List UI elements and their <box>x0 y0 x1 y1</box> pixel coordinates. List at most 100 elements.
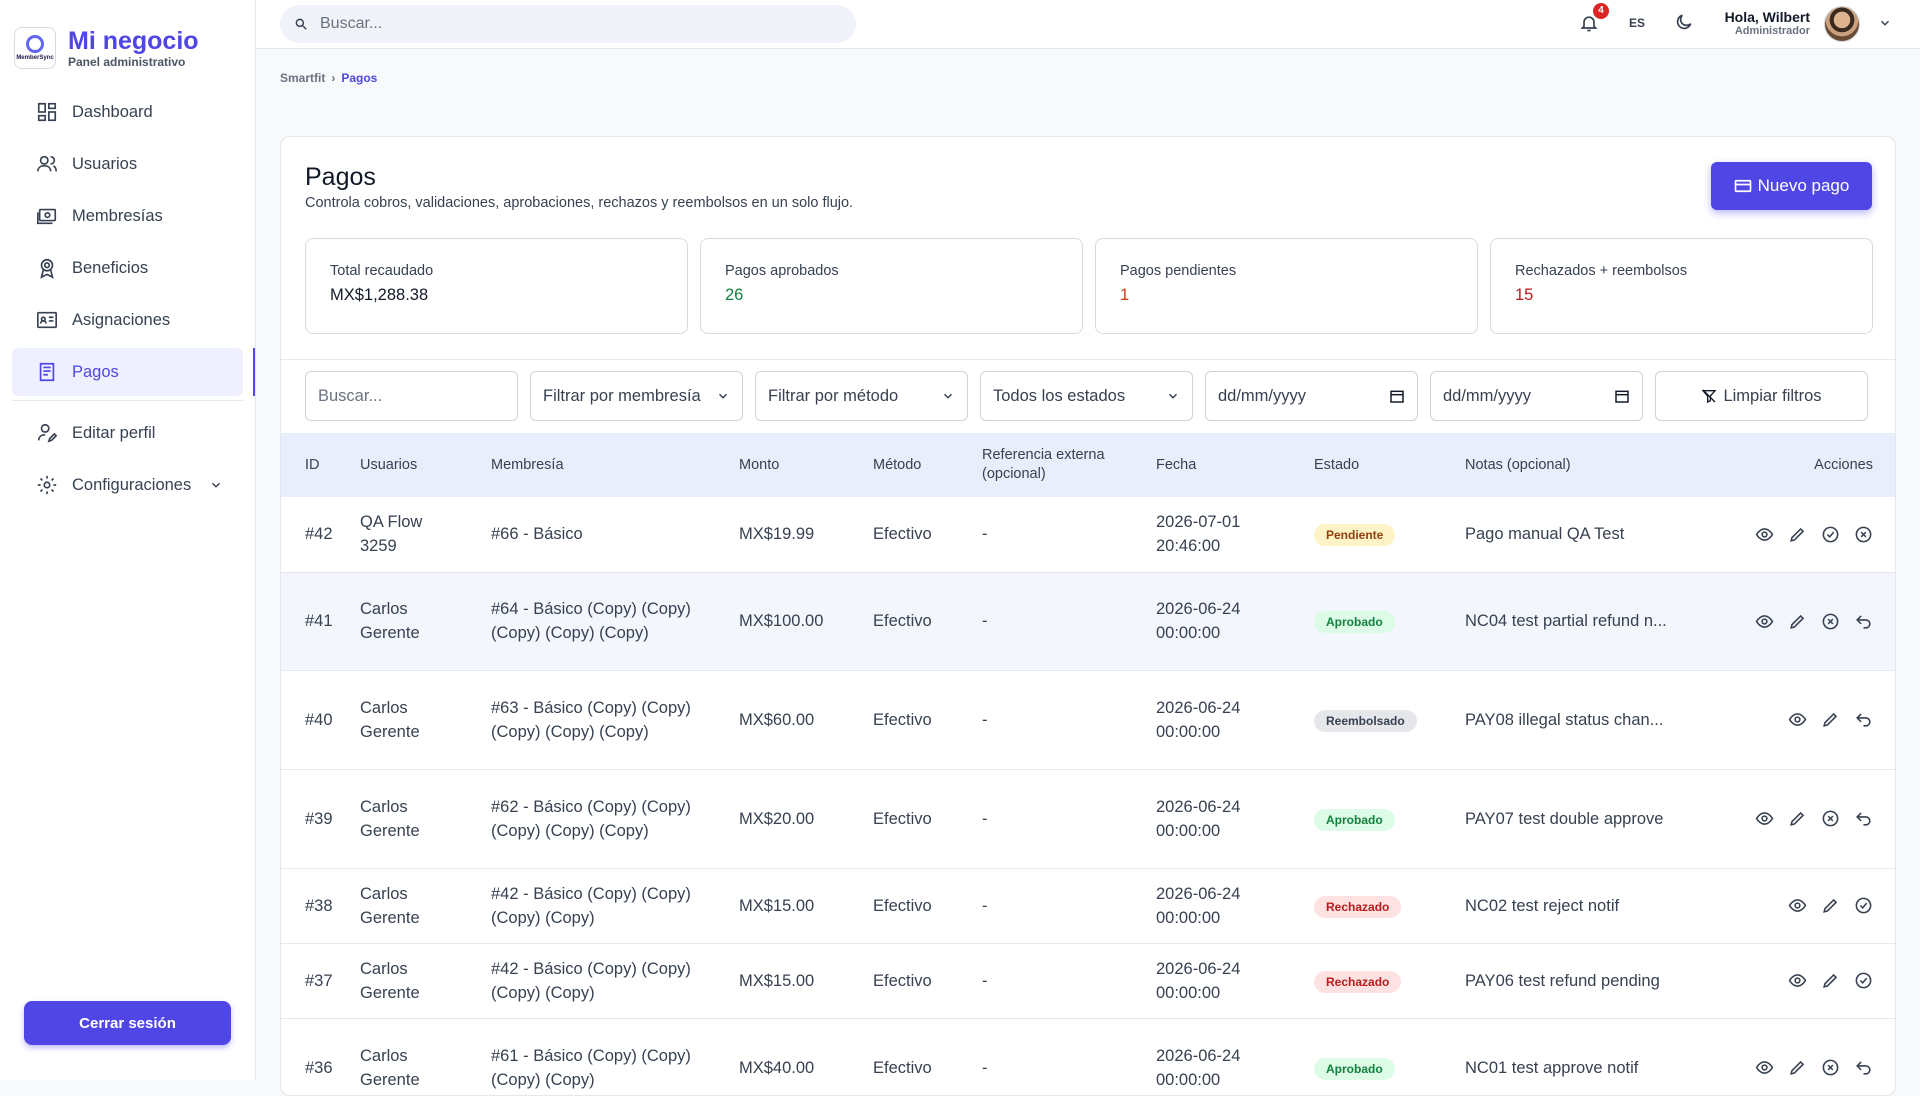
chevron-down-icon <box>718 393 728 399</box>
filter-search-input[interactable] <box>318 386 505 406</box>
col-method[interactable]: Método <box>873 433 982 497</box>
clear-filters-label: Limpiar filtros <box>1723 386 1822 405</box>
gear-icon <box>37 475 57 495</box>
chevron-down-icon[interactable] <box>1878 16 1892 30</box>
x-circle-icon[interactable] <box>1854 525 1873 544</box>
table-row[interactable]: #36 Carlos Gerente #61 - Básico (Copy) (Co… <box>281 1018 1895 1095</box>
eye-icon[interactable] <box>1788 971 1807 990</box>
col-reference[interactable]: Referencia externa (opcional) <box>982 433 1156 497</box>
cell-membership: #66 - Básico <box>491 525 583 544</box>
logout-button[interactable]: Cerrar sesión <box>24 1001 231 1045</box>
undo-icon[interactable] <box>1854 1058 1873 1077</box>
status-badge: Aprobado <box>1314 808 1395 831</box>
undo-icon[interactable] <box>1854 612 1873 631</box>
cell-membership: #42 - Básico (Copy) (Copy) (Copy) (Copy) <box>491 884 691 927</box>
sidebar-item-editar-perfil[interactable]: Editar perfil <box>12 409 243 457</box>
cell-method: Efectivo <box>873 896 932 915</box>
cell-status: Aprobado <box>1314 572 1465 670</box>
eye-icon[interactable] <box>1788 896 1807 915</box>
pencil-icon[interactable] <box>1821 971 1840 990</box>
sidebar-item-membresias[interactable]: Membresías <box>12 192 243 240</box>
stat-rejected-refunded: Rechazados + reembolsos 15 <box>1490 238 1873 334</box>
table-row[interactable]: #38 Carlos Gerente #42 - Básico (Copy) (Co… <box>281 868 1895 943</box>
cell-date: 2026-06-24 00:00:00 <box>1156 698 1241 741</box>
table-row[interactable]: #40 Carlos Gerente #63 - Básico (Copy) (Co… <box>281 670 1895 769</box>
cell-amount: MX$20.00 <box>739 809 815 828</box>
cell-actions <box>1697 1018 1895 1095</box>
table-row[interactable]: #42 QA Flow 3259 #66 - Básico MX$19.99 Efect… <box>281 497 1895 572</box>
filter-status-select[interactable]: Todos los estados <box>980 371 1193 421</box>
sidebar-item-beneficios[interactable]: Beneficios <box>12 244 243 292</box>
col-amount[interactable]: Monto <box>739 433 873 497</box>
user-edit-icon <box>37 423 58 443</box>
sidebar-item-pagos[interactable]: Pagos <box>12 348 255 396</box>
clear-filters-button[interactable]: Limpiar filtros <box>1655 371 1868 421</box>
status-badge: Rechazado <box>1314 895 1402 918</box>
filter-search[interactable] <box>305 371 518 421</box>
status-badge: Reembolsado <box>1314 709 1417 732</box>
eye-icon[interactable] <box>1755 1058 1774 1077</box>
language-switch[interactable]: ES <box>1629 16 1645 30</box>
cell-actions <box>1697 670 1895 769</box>
sidebar-item-dashboard[interactable]: Dashboard <box>12 88 243 136</box>
x-circle-icon[interactable] <box>1821 1058 1840 1077</box>
calendar-icon[interactable] <box>1389 388 1405 404</box>
table-row[interactable]: #41 Carlos Gerente #64 - Básico (Copy) (Co… <box>281 572 1895 670</box>
sidebar-item-configuraciones[interactable]: Configuraciones <box>12 461 243 509</box>
global-search-input[interactable] <box>320 15 800 33</box>
check-circle-icon[interactable] <box>1854 971 1873 990</box>
sidebar-item-usuarios[interactable]: Usuarios <box>12 140 243 188</box>
x-circle-icon[interactable] <box>1821 612 1840 631</box>
row-actions <box>1697 1058 1895 1077</box>
eye-icon[interactable] <box>1755 525 1774 544</box>
eye-icon[interactable] <box>1755 809 1774 828</box>
table-row[interactable]: #37 Carlos Gerente #42 - Básico (Copy) (Co… <box>281 943 1895 1018</box>
filter-date-to[interactable]: dd/mm/yyyy <box>1430 371 1643 421</box>
undo-icon[interactable] <box>1854 710 1873 729</box>
sidebar-item-label: Configuraciones <box>72 475 192 494</box>
stat-pending: Pagos pendientes 1 <box>1095 238 1478 334</box>
filter-method-select[interactable]: Filtrar por método <box>755 371 968 421</box>
new-payment-button[interactable]: Nuevo pago <box>1711 162 1872 210</box>
sidebar-item-asignaciones[interactable]: Asignaciones <box>12 296 243 344</box>
pencil-icon[interactable] <box>1821 710 1840 729</box>
check-circle-icon[interactable] <box>1854 896 1873 915</box>
filters-bar: Filtrar por membresía Filtrar por método… <box>305 371 1868 421</box>
col-notes[interactable]: Notas (opcional) <box>1465 433 1697 497</box>
pencil-icon[interactable] <box>1788 1058 1807 1077</box>
filter-date-from[interactable]: dd/mm/yyyy <box>1205 371 1418 421</box>
receipt-icon <box>39 362 55 382</box>
brand: MemberSync Mi negocio Panel administrati… <box>0 0 255 70</box>
cell-amount: MX$19.99 <box>739 525 815 544</box>
table-row[interactable]: #39 Carlos Gerente #62 - Básico (Copy) (Co… <box>281 769 1895 868</box>
col-date[interactable]: Fecha <box>1156 433 1314 497</box>
col-membership[interactable]: Membresía <box>491 433 739 497</box>
cell-date: 2026-07-01 20:46:00 <box>1156 513 1241 556</box>
cell-actions <box>1697 943 1895 1018</box>
global-search[interactable] <box>280 5 856 43</box>
cell-reference: - <box>982 710 988 729</box>
pencil-icon[interactable] <box>1788 809 1807 828</box>
col-users[interactable]: Usuarios <box>360 433 491 497</box>
eye-icon[interactable] <box>1788 710 1807 729</box>
col-id[interactable]: ID <box>281 433 360 497</box>
stat-value: 15 <box>1515 286 1534 304</box>
calendar-icon[interactable] <box>1614 388 1630 404</box>
undo-icon[interactable] <box>1854 809 1873 828</box>
pencil-icon[interactable] <box>1788 525 1807 544</box>
pencil-icon[interactable] <box>1821 896 1840 915</box>
membership-icon <box>37 208 57 225</box>
sidebar-item-label: Asignaciones <box>72 310 171 329</box>
avatar[interactable] <box>1824 6 1860 42</box>
breadcrumb-root[interactable]: Smartfit <box>280 71 325 85</box>
pencil-icon[interactable] <box>1788 612 1807 631</box>
cell-user: Carlos Gerente <box>360 600 420 642</box>
x-circle-icon[interactable] <box>1821 809 1840 828</box>
cell-id: #38 <box>305 896 333 915</box>
eye-icon[interactable] <box>1755 612 1774 631</box>
check-circle-icon[interactable] <box>1821 525 1840 544</box>
col-status[interactable]: Estado <box>1314 433 1465 497</box>
table-header-row: ID Usuarios Membresía Monto Método Refer… <box>281 433 1895 497</box>
user-info[interactable]: Hola, Wilbert Administrador <box>1676 9 1810 38</box>
filter-membership-select[interactable]: Filtrar por membresía <box>530 371 743 421</box>
